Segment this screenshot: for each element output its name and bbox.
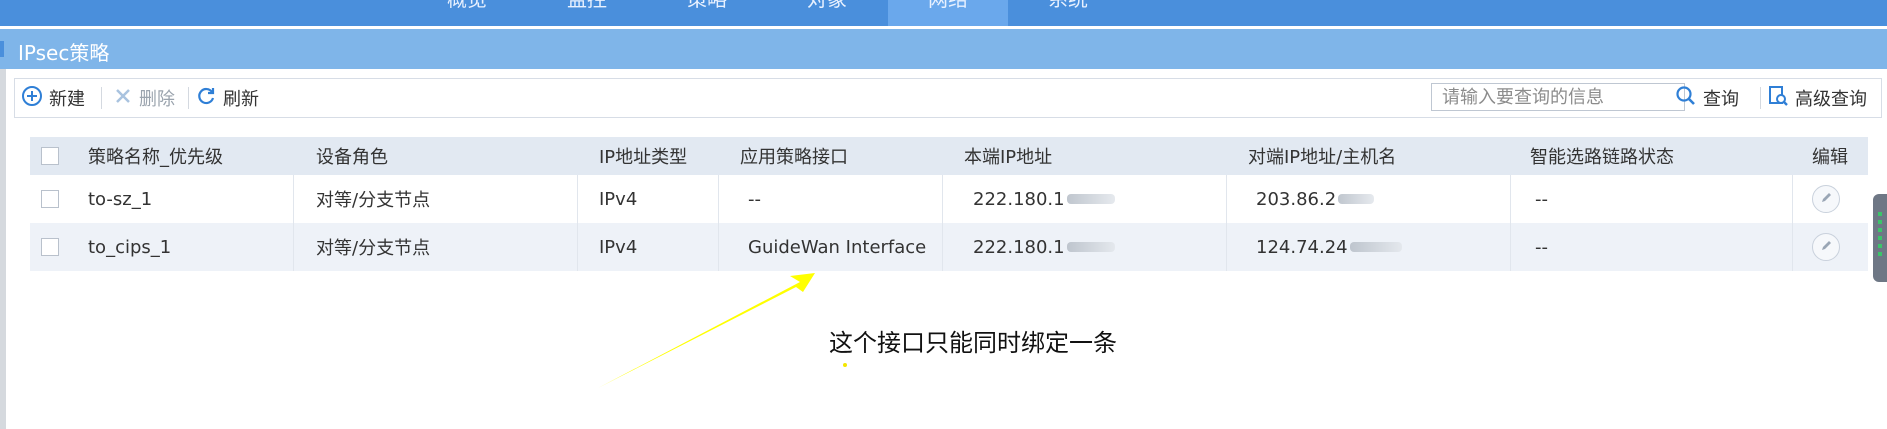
side-meter-widget[interactable] (1873, 194, 1887, 282)
annotation-dot (843, 363, 847, 367)
annotation-text: 这个接口只能同时绑定一条 (829, 329, 1117, 357)
annotation-arrow (598, 273, 815, 388)
